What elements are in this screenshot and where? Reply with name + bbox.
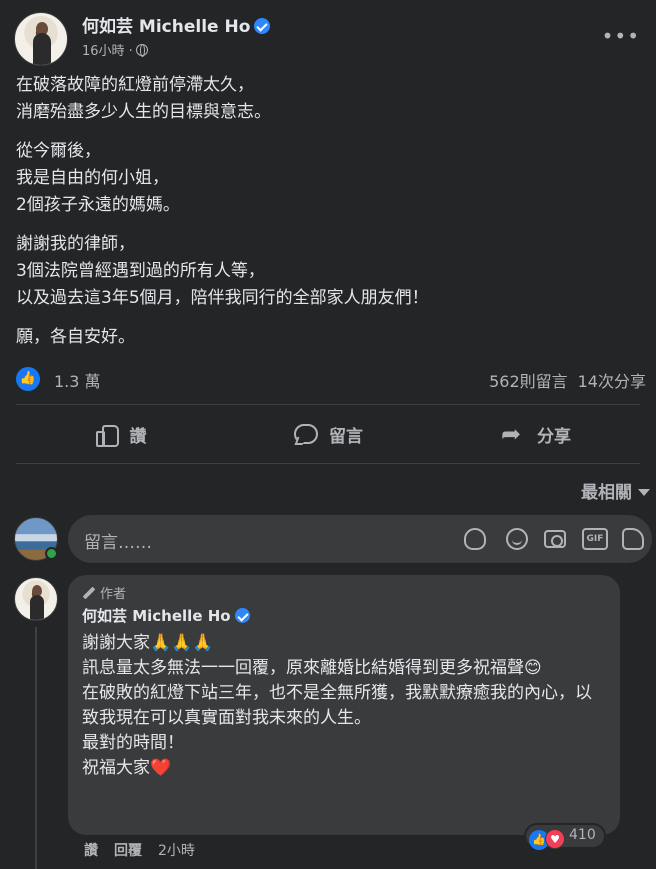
reply-author-row: 何如芸 Michelle Ho [82, 605, 606, 629]
comment-button[interactable]: 留言 [224, 410, 432, 458]
comment-composer: 留言…… GIF [14, 515, 652, 565]
like-label: 讚 [129, 426, 147, 447]
reply-reactions[interactable]: 👍 ♥ 410 [524, 823, 606, 850]
share-label: 分享 [537, 426, 571, 447]
post-paragraph: 從今爾後， 我是自由的何小姐， 2個孩子永遠的媽媽。 [16, 141, 180, 215]
more-options-icon[interactable]: ••• [602, 24, 640, 48]
post-stats: 👍 1.3 萬 562則留言 14次分享 [16, 366, 646, 392]
author-name[interactable]: 何如芸 Michelle Ho [82, 17, 250, 37]
comment-input[interactable]: 留言…… GIF [68, 515, 652, 563]
gif-icon[interactable]: GIF [582, 528, 608, 550]
sticker-icon[interactable] [622, 528, 644, 550]
post-header: 何如芸 Michelle Ho 16小時 · ••• [14, 10, 644, 66]
post-actions: 讚 留言 分享 [16, 410, 640, 458]
engagement-counts: 562則留言 14次分享 [479, 368, 646, 392]
verified-badge-icon [234, 608, 250, 623]
post-paragraph: 願，各自安好。 [16, 327, 135, 347]
divider [16, 463, 640, 464]
divider [16, 404, 640, 405]
comment-icon [293, 422, 318, 446]
like-reaction-icon[interactable]: 👍 [16, 367, 40, 391]
reply-like-button[interactable]: 讚 [84, 843, 98, 859]
author-badge-label: 作者 [100, 587, 127, 602]
online-status-icon [45, 547, 58, 560]
post-body: 在破落故障的紅燈前停滯太久， 消磨殆盡多少人生的目標與意志。 從今爾後， 我是自… [16, 72, 636, 363]
pencil-icon [82, 586, 96, 600]
reply-timestamp[interactable]: 2小時 [158, 843, 195, 859]
like-count[interactable]: 1.3 萬 [54, 368, 101, 392]
share-count[interactable]: 14次分享 [578, 372, 646, 391]
post-paragraph: 謝謝我的律師， 3個法院曾經遇到過的所有人等， 以及過去這3年5個月，陪伴我同行… [16, 234, 429, 308]
sort-label: 最相關 [581, 483, 632, 503]
chevron-down-icon [638, 489, 650, 496]
verified-badge-icon [254, 18, 271, 34]
like-button[interactable]: 讚 [16, 410, 224, 458]
reply-reply-button[interactable]: 回覆 [114, 843, 142, 859]
comment-count[interactable]: 562則留言 [489, 372, 568, 391]
author-badge: 作者 [82, 583, 606, 603]
reply-author-avatar[interactable] [14, 577, 58, 621]
reply-bubble: 作者 何如芸 Michelle Ho 謝謝大家🙏🙏🙏 訊息量太多無法一一回覆，原… [68, 575, 620, 835]
post-timestamp[interactable]: 16小時 · [82, 44, 133, 59]
reply-author-name[interactable]: 何如芸 Michelle Ho [82, 607, 231, 625]
thumbs-up-icon [94, 422, 119, 447]
emoji-icon[interactable] [506, 528, 528, 550]
avatar-sticker-icon[interactable] [464, 528, 486, 550]
thread-line [35, 627, 37, 869]
comment-placeholder: 留言…… [84, 533, 152, 553]
author-avatar[interactable] [14, 12, 68, 66]
post-paragraph: 在破落故障的紅燈前停滯太久， 消磨殆盡多少人生的目標與意志。 [16, 75, 271, 122]
post-meta: 16小時 · [82, 40, 148, 59]
share-icon [501, 420, 525, 448]
love-reaction-icon: ♥ [545, 829, 565, 849]
globe-icon [135, 44, 148, 57]
reply-text: 謝謝大家🙏🙏🙏 訊息量太多無法一一回覆，原來離婚比結婚得到更多祝福聲😊 在破敗的… [82, 633, 592, 778]
camera-icon[interactable] [544, 530, 566, 548]
reaction-count: 410 [569, 827, 596, 843]
share-button[interactable]: 分享 [432, 410, 640, 458]
comment-sort-dropdown[interactable]: 最相關 [581, 478, 650, 503]
reply-actions: 讚回覆 2小時 [84, 840, 211, 860]
author-name-row: 何如芸 Michelle Ho [82, 12, 271, 37]
comment-label: 留言 [329, 426, 363, 447]
